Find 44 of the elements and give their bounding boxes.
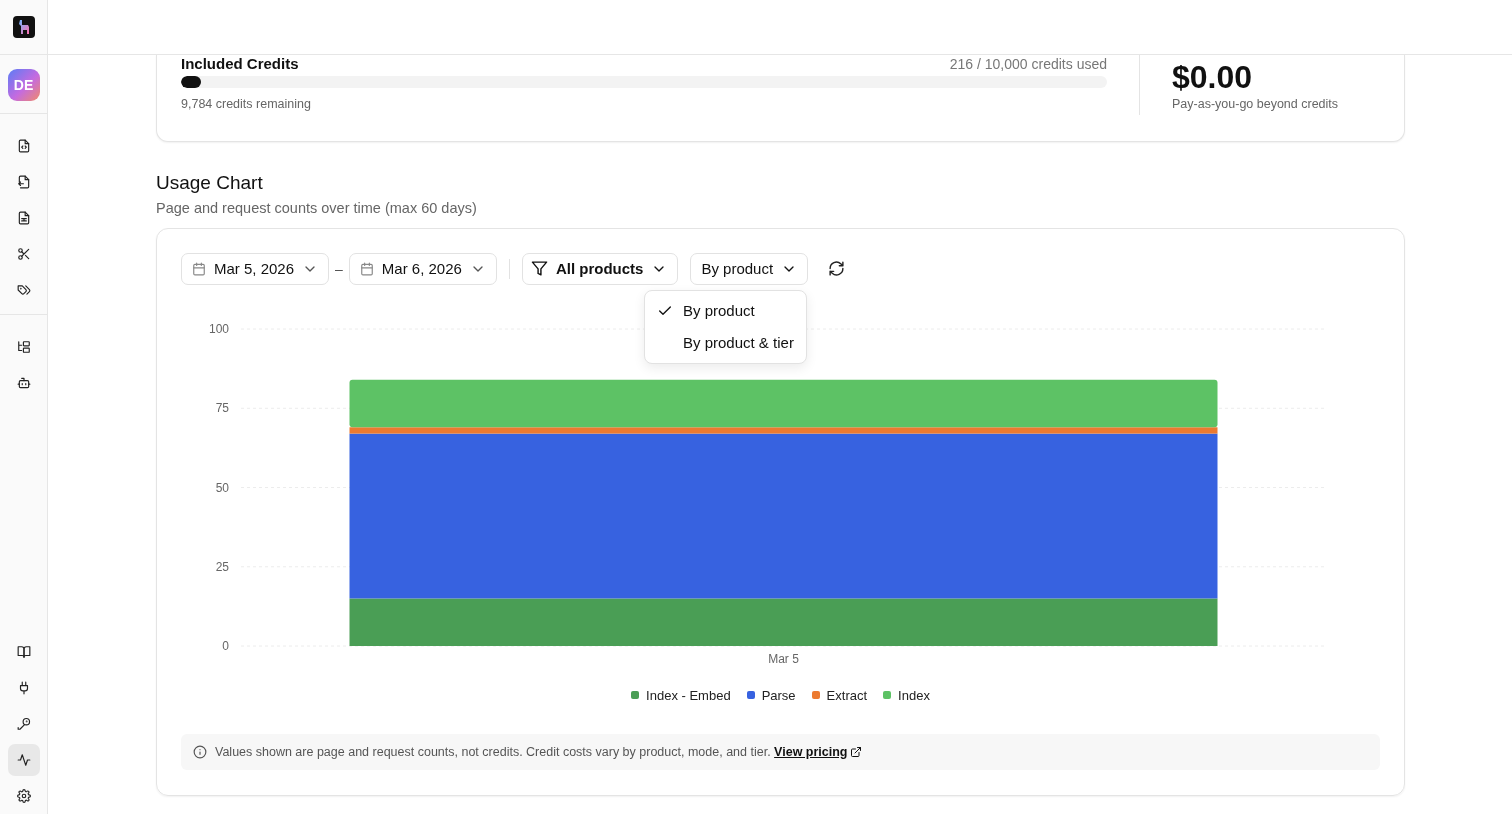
y-axis-label: 50	[215, 480, 229, 495]
y-axis-label: 100	[208, 321, 229, 336]
date-picker[interactable]: Mar 6, 2026	[348, 252, 497, 285]
llama-logo-icon[interactable]	[12, 16, 35, 38]
folder-tree-icon	[16, 340, 31, 354]
filter-icon	[530, 260, 548, 278]
spreadsheet-icon	[16, 211, 31, 225]
key-icon	[16, 717, 31, 731]
file-code-icon	[16, 139, 31, 153]
date-picker[interactable]: Mar 5, 2026	[181, 252, 330, 285]
book-icon	[16, 645, 31, 659]
scissors-icon	[16, 247, 31, 261]
group-by-dropdown[interactable]: By product	[690, 252, 809, 285]
legend-label: Extract	[826, 687, 868, 703]
credits-used-text: 216 / 10,000 credits used	[949, 56, 1107, 72]
file-arrow-icon	[16, 175, 31, 189]
overage-amount: $0.00	[1172, 61, 1254, 95]
robot-icon	[16, 376, 31, 390]
overage-note: Pay-as-you-go beyond credits	[1172, 96, 1340, 111]
menu-item[interactable]: By product & tier	[649, 326, 802, 359]
range-separator: –	[335, 260, 343, 277]
calendar-icon	[359, 261, 374, 276]
refresh-icon	[828, 260, 846, 278]
credits-remaining-text: 9,784 credits remaining	[181, 97, 312, 111]
x-axis-label: Mar 5	[768, 651, 799, 666]
tags-icon	[16, 283, 31, 297]
legend-label: Parse	[761, 687, 796, 703]
legend-label: Index - Embed	[646, 687, 731, 703]
y-axis-label: 75	[215, 400, 229, 415]
card-title: Included Credits	[181, 55, 299, 72]
notice-text: Values shown are page and request counts, not credits. Credit costs vary by product, mode, and tier. View pricing	[215, 744, 862, 759]
settings-icon	[16, 789, 31, 803]
section-title: Usage Chart	[156, 171, 264, 194]
activity-icon	[16, 753, 31, 767]
external-link-icon	[849, 745, 862, 758]
info-icon	[193, 744, 207, 759]
y-axis-label: 25	[215, 559, 229, 574]
y-axis-label: 0	[222, 638, 229, 653]
legend-label: Index	[898, 687, 930, 703]
product-filter-dropdown[interactable]: All products	[521, 252, 679, 285]
menu-item[interactable]: By product	[649, 294, 802, 327]
section-subtitle: Page and request counts over time (max 60 days)	[156, 199, 478, 216]
view-pricing-link[interactable]: View pricing	[774, 744, 862, 759]
calendar-icon	[192, 261, 206, 276]
